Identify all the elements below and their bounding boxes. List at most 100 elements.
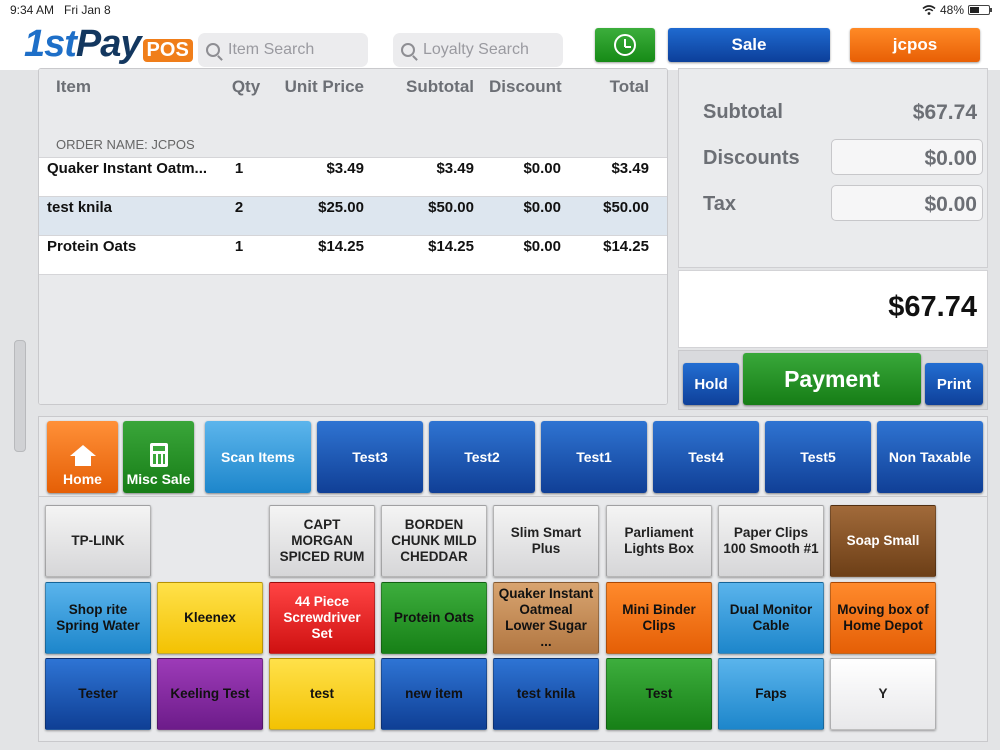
hold-button[interactable]: Hold [683, 363, 739, 405]
row-unit-price: $3.49 [326, 160, 364, 177]
battery-icon [968, 5, 992, 15]
logo-first: 1st [24, 23, 77, 65]
table-row[interactable]: Protein Oats 1 $14.25 $14.25 $0.00 $14.2… [39, 235, 667, 274]
user-button[interactable]: jcpos [850, 28, 980, 62]
misc-sale-label: Misc Sale [126, 471, 191, 487]
calculator-icon [149, 443, 168, 467]
item-tile[interactable]: Moving box of Home Depot [830, 582, 936, 654]
order-name: ORDER NAME: JCPOS [56, 137, 195, 152]
item-tile[interactable]: Mini Binder Clips [606, 582, 712, 654]
clock-button[interactable] [595, 28, 655, 62]
item-tile[interactable]: Tester [45, 658, 151, 730]
row-total: $50.00 [603, 199, 649, 216]
item-tile[interactable]: Keeling Test [157, 658, 263, 730]
row-qty: 2 [234, 199, 244, 216]
item-tile[interactable]: Faps [718, 658, 824, 730]
col-item: Item [56, 77, 91, 96]
category-test5[interactable]: Test5 [765, 421, 871, 493]
loyalty-search-input[interactable]: Loyalty Search [393, 33, 563, 67]
item-tile[interactable]: Protein Oats [381, 582, 487, 654]
status-bar: 9:34 AM Fri Jan 8 48% [0, 0, 1000, 20]
search-icon [401, 43, 415, 57]
item-tile[interactable]: Dual Monitor Cable [718, 582, 824, 654]
loyalty-search-placeholder: Loyalty Search [423, 41, 529, 58]
logo: 1st Pay POS [24, 22, 193, 66]
item-grid: TP-LINK CAPT MORGAN SPICED RUM BORDEN CH… [38, 496, 988, 742]
totals-panel: Subtotal $67.74 Discounts $0.00 Tax $0.0… [678, 68, 988, 268]
tax-label: Tax [703, 193, 736, 215]
col-qty: Qty [231, 77, 261, 96]
category-bar: Home Misc Sale Scan Items Test3 Test2 Te… [38, 416, 988, 496]
row-unit-price: $14.25 [318, 238, 364, 255]
item-tile[interactable]: Soap Small [830, 505, 936, 577]
table-row[interactable]: test knila 2 $25.00 $50.00 $0.00 $50.00 [39, 196, 667, 235]
item-search-placeholder: Item Search [228, 41, 315, 58]
item-tile[interactable]: Quaker Instant Oatmeal Lower Sugar ... [493, 582, 599, 654]
item-tile[interactable]: new item [381, 658, 487, 730]
item-search-input[interactable]: Item Search [198, 33, 368, 67]
item-tile[interactable]: Kleenex [157, 582, 263, 654]
category-test1[interactable]: Test1 [541, 421, 647, 493]
item-tile[interactable]: test knila [493, 658, 599, 730]
home-label: Home [63, 471, 102, 487]
row-item: Protein Oats [47, 238, 137, 255]
logo-pay: Pay [75, 23, 142, 65]
item-tile[interactable]: 44 Piece Screwdriver Set [269, 582, 375, 654]
discounts-value: $0.00 [924, 147, 977, 170]
row-qty: 1 [234, 238, 244, 255]
discounts-label: Discounts [703, 147, 800, 169]
row-total: $3.49 [611, 160, 649, 177]
item-tile[interactable]: Test [606, 658, 712, 730]
header: 1st Pay POS Item Search Loyalty Search Sal… [0, 20, 1000, 70]
category-test2[interactable]: Test2 [429, 421, 535, 493]
col-unit-price: Unit Price [284, 77, 364, 96]
item-tile[interactable]: Shop rite Spring Water [45, 582, 151, 654]
item-tile[interactable]: TP-LINK [45, 505, 151, 577]
tax-value: $0.00 [924, 193, 977, 216]
category-non-taxable[interactable]: Non Taxable [877, 421, 983, 493]
drawer-handle[interactable] [14, 340, 26, 452]
order-table-empty-area [39, 274, 667, 404]
battery-percent: 48% [939, 3, 964, 17]
grand-total: $67.74 [888, 291, 977, 323]
item-tile[interactable]: CAPT MORGAN SPICED RUM [269, 505, 375, 577]
search-icon [206, 43, 220, 57]
table-row[interactable]: Quaker Instant Oatm... 1 $3.49 $3.49 $0.… [39, 157, 667, 196]
wifi-icon [922, 5, 936, 15]
item-tile[interactable]: BORDEN CHUNK MILD CHEDDAR [381, 505, 487, 577]
item-tile[interactable]: Y [830, 658, 936, 730]
row-subtotal: $14.25 [428, 238, 474, 255]
col-discount: Discount [489, 77, 562, 96]
action-bar: Hold Payment Print [678, 350, 988, 410]
subtotal-label: Subtotal [703, 101, 783, 123]
row-unit-price: $25.00 [318, 199, 364, 216]
home-button[interactable]: Home [47, 421, 118, 493]
logo-pos: POS [142, 39, 193, 62]
status-right: 48% [922, 3, 992, 17]
row-subtotal: $3.49 [436, 160, 474, 177]
payment-button[interactable]: Payment [743, 353, 921, 405]
misc-sale-button[interactable]: Misc Sale [123, 421, 194, 493]
row-discount: $0.00 [523, 160, 561, 177]
clock-icon [614, 34, 636, 56]
row-discount: $0.00 [523, 199, 561, 216]
col-subtotal: Subtotal [406, 77, 474, 96]
home-icon [69, 445, 96, 466]
row-discount: $0.00 [523, 238, 561, 255]
category-test4[interactable]: Test4 [653, 421, 759, 493]
item-tile[interactable]: Paper Clips 100 Smooth #1 [718, 505, 824, 577]
row-item: test knila [47, 199, 113, 216]
sale-button[interactable]: Sale [668, 28, 830, 62]
category-test3[interactable]: Test3 [317, 421, 423, 493]
row-total: $14.25 [603, 238, 649, 255]
item-tile[interactable]: test [269, 658, 375, 730]
status-time: 9:34 AM Fri Jan 8 [10, 3, 111, 17]
order-table-header: Item Qty Unit Price Subtotal Discount To… [39, 69, 667, 157]
col-total: Total [609, 77, 649, 96]
grand-total-panel: $67.74 [678, 270, 988, 348]
category-scan-items[interactable]: Scan Items [205, 421, 311, 493]
order-table: Item Qty Unit Price Subtotal Discount To… [38, 68, 668, 405]
item-tile[interactable]: Parliament Lights Box [606, 505, 712, 577]
item-tile[interactable]: Slim Smart Plus [493, 505, 599, 577]
print-button[interactable]: Print [925, 363, 983, 405]
